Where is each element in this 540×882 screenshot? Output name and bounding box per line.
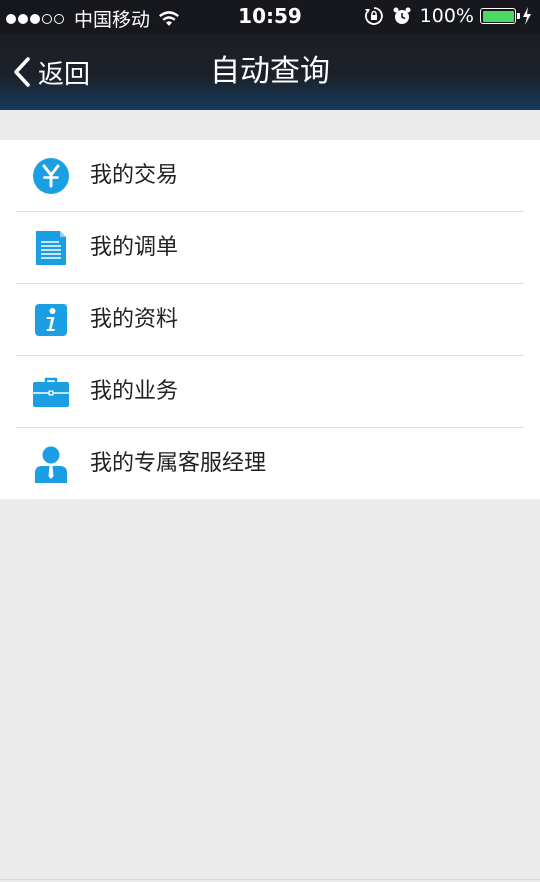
menu-item-account-manager[interactable]: 我的专属客服经理	[16, 428, 524, 499]
alarm-clock-icon	[393, 7, 411, 24]
yen-icon	[33, 158, 69, 194]
battery-percent: 100%	[419, 5, 474, 27]
menu-item-transactions[interactable]: 我的交易	[16, 140, 524, 212]
menu-item-label: 我的专属客服经理	[90, 451, 267, 476]
document-icon	[36, 231, 66, 265]
menu-item-profile[interactable]: 我的资料	[16, 284, 524, 356]
briefcase-icon	[33, 377, 69, 407]
bottom-divider	[0, 879, 540, 880]
menu-item-label: 我的业务	[90, 379, 179, 404]
menu-item-label: 我的调单	[90, 235, 179, 260]
menu-item-orders[interactable]: 我的调单	[16, 212, 524, 284]
navigation-bar: 返回 自动查询	[0, 34, 540, 110]
status-bar-right: 100%	[364, 5, 532, 27]
query-menu-list: 我的交易 我的调单 我的资料 我的业务 我的专属客服经理	[0, 140, 540, 499]
battery-icon	[480, 8, 520, 24]
status-bar: 中国移动 10:59 100%	[0, 0, 540, 34]
menu-item-label: 我的交易	[90, 163, 179, 188]
person-icon	[35, 446, 67, 483]
menu-item-business[interactable]: 我的业务	[16, 356, 524, 428]
menu-item-label: 我的资料	[90, 307, 179, 332]
info-icon	[35, 304, 67, 336]
charging-bolt-icon	[523, 7, 531, 25]
page-title: 自动查询	[210, 54, 330, 89]
rotation-lock-icon	[364, 7, 383, 25]
